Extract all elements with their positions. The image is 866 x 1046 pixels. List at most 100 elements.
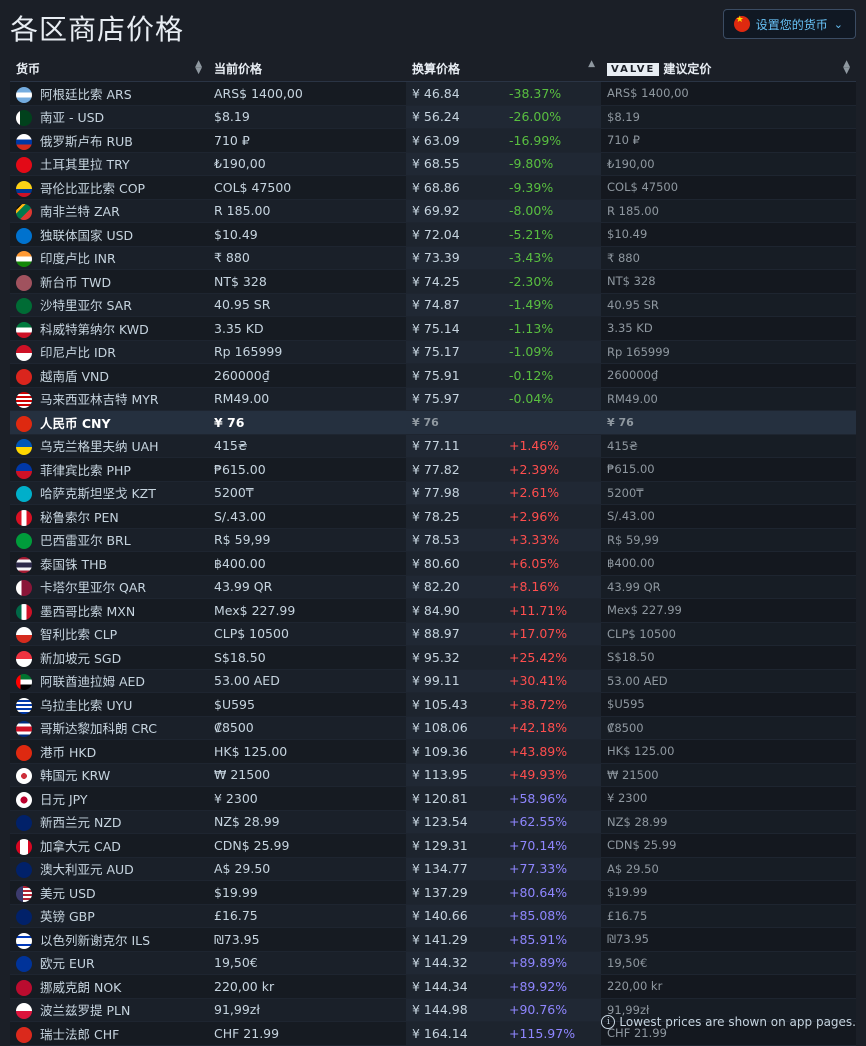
currency-cell: 巴西雷亚尔 BRL (10, 528, 208, 552)
currency-cell: 新加坡元 SGD (10, 645, 208, 670)
currency-name: 哥伦比亚比索 COP (40, 180, 146, 196)
store-prices-page: 各区商店价格 设置您的货币 ⌄ 货币 ▲▼ 当前价格 换算价格 (0, 0, 866, 1046)
table-row: 加拿大元 CAD CDN$ 25.99 ¥ 129.31 +70.14% CDN$ 25… (10, 833, 857, 858)
brazil-flag-icon (16, 533, 32, 550)
table-row: 澳大利亚元 AUD A$ 29.50 ¥ 134.77 +77.33% A$ 29.50 (10, 857, 857, 881)
converted-price-cell: ¥ 74.87 (406, 293, 503, 317)
currency-name: 波兰兹罗提 PLN (40, 1003, 131, 1019)
footer-note-text: Lowest prices are shown on app pages. (619, 1015, 856, 1029)
current-price-cell: 43.99 QR (208, 575, 406, 599)
converted-price-cell: ¥ 78.53 (406, 528, 503, 552)
current-price-cell: $8.19 (208, 105, 406, 129)
current-price-cell: $U595 (208, 692, 406, 717)
currency-name: 印度卢比 INR (40, 251, 116, 267)
recommended-price-cell: R 185.00 (601, 199, 857, 223)
current-price-cell: 415₴ (208, 434, 406, 458)
converted-price-cell: ¥ 129.31 (406, 833, 503, 858)
converted-price-cell: ¥ 77.11 (406, 434, 503, 458)
currency-cell: 印度卢比 INR (10, 246, 208, 270)
currency-name: 阿根廷比索 ARS (40, 86, 132, 102)
price-diff-cell: +2.96% (503, 504, 602, 529)
table-row: 南非兰特 ZAR R 185.00 ¥ 69.92 -8.00% R 185.00 (10, 199, 857, 223)
currency-cell: 日元 JPY (10, 786, 208, 811)
price-diff-cell: -1.49% (503, 293, 602, 317)
table-row: 越南盾 VND 260000₫ ¥ 75.91 -0.12% 260000₫ (10, 363, 857, 388)
price-diff-cell: -5.21% (503, 222, 602, 247)
header-recommended-price[interactable]: VALVE 建议定价 ▲ ▼ (601, 55, 857, 82)
converted-price-cell: ¥ 95.32 (406, 645, 503, 670)
current-price-cell: 91,99zł (208, 998, 406, 1022)
currency-name: 印尼卢比 IDR (40, 345, 116, 361)
korea-flag-icon (16, 768, 32, 785)
currency-cell: 卡塔尔里亚尔 QAR (10, 575, 208, 599)
recommended-price-cell: 3.35 KD (601, 316, 857, 341)
currency-name: 澳大利亚元 AUD (40, 862, 134, 878)
currency-name: 乌拉圭比索 UYU (40, 697, 133, 713)
price-diff-cell: +70.14% (503, 833, 602, 858)
table-row: 新加坡元 SGD S$18.50 ¥ 95.32 +25.42% S$18.50 (10, 645, 857, 670)
converted-price-cell: ¥ 69.92 (406, 199, 503, 223)
converted-price-cell: ¥ 113.95 (406, 763, 503, 787)
header-currency[interactable]: 货币 ▲ ▼ (10, 55, 208, 82)
currency-name: 南非兰特 ZAR (40, 204, 120, 220)
converted-price-cell: ¥ 164.14 (406, 1021, 503, 1046)
table-row: 挪威克朗 NOK 220,00 kr ¥ 144.34 +89.92% 220,00 k… (10, 974, 857, 999)
price-diff-cell: +58.96% (503, 786, 602, 811)
set-currency-button[interactable]: 设置您的货币 ⌄ (722, 9, 856, 39)
uruguay-flag-icon (16, 697, 32, 714)
australia-flag-icon (16, 862, 32, 879)
header-current-price[interactable]: 当前价格 (208, 55, 406, 82)
current-price-cell: 710 ₽ (208, 128, 406, 153)
recommended-price-cell: HK$ 125.00 (601, 739, 857, 764)
converted-price-cell: ¥ 134.77 (406, 857, 503, 881)
converted-price-cell: ¥ 74.25 (406, 269, 503, 294)
kazakhstan-flag-icon (16, 486, 32, 503)
converted-price-cell: ¥ 77.82 (406, 457, 503, 482)
price-diff-cell: +2.61% (503, 481, 602, 505)
price-diff-cell: +85.91% (503, 927, 602, 952)
current-price-cell: £16.75 (208, 904, 406, 928)
currency-name: 瑞士法郎 CHF (40, 1026, 120, 1042)
current-price-cell: 40.95 SR (208, 293, 406, 317)
converted-price-cell: ¥ 144.98 (406, 998, 503, 1022)
info-icon: i (601, 1015, 616, 1029)
currency-name: 新台币 TWD (40, 274, 112, 290)
vietnam-flag-icon (16, 368, 32, 385)
current-price-cell: S$18.50 (208, 645, 406, 670)
currency-name: 沙特里亚尔 SAR (40, 298, 132, 314)
currency-name: 美元 USD (40, 885, 96, 901)
converted-price-cell: ¥ 75.17 (406, 340, 503, 364)
currency-name: 新西兰元 NZD (40, 815, 122, 831)
table-row: 韩国元 KRW ₩ 21500 ¥ 113.95 +49.93% ₩ 21500 (10, 763, 857, 787)
currency-cell: 乌克兰格里夫纳 UAH (10, 434, 208, 458)
currency-name: 土耳其里拉 TRY (40, 157, 130, 173)
table-row: 土耳其里拉 TRY ₺190,00 ¥ 68.55 -9.80% ₺190,00 (10, 152, 857, 176)
israel-flag-icon (16, 932, 32, 949)
qatar-flag-icon (16, 580, 32, 597)
norway-flag-icon (16, 979, 32, 996)
converted-price-cell: ¥ 144.34 (406, 974, 503, 999)
currency-name: 挪威克朗 NOK (40, 979, 122, 995)
currency-name: 加拿大元 CAD (40, 838, 121, 854)
recommended-price-cell: R$ 59,99 (601, 528, 857, 552)
header-currency-label: 货币 (16, 61, 41, 76)
currency-name: 墨西哥比索 MXN (40, 603, 136, 619)
price-diff-cell: +8.16% (503, 575, 602, 599)
price-diff-cell: +25.42% (503, 645, 602, 670)
turkey-flag-icon (16, 157, 32, 174)
chile-flag-icon (16, 627, 32, 644)
currency-cell: 新台币 TWD (10, 269, 208, 294)
currency-cell: 泰国铢 THB (10, 551, 208, 576)
current-price-cell: S/.43.00 (208, 504, 406, 529)
currency-cell: 独联体国家 USD (10, 222, 208, 247)
header-converted-price[interactable]: 换算价格 ▲ (406, 55, 602, 82)
current-price-cell: ARS$ 1400,00 (208, 81, 406, 106)
current-price-cell: CLP$ 10500 (208, 622, 406, 646)
currency-name: 马来西亚林吉特 MYR (40, 392, 159, 408)
price-diff-cell: +77.33% (503, 857, 602, 881)
uk-flag-icon (16, 909, 32, 926)
recommended-price-cell: Mex$ 227.99 (601, 598, 857, 623)
recommended-price-cell: CLP$ 10500 (601, 622, 857, 646)
price-diff-cell: -38.37% (503, 81, 602, 106)
price-diff-cell: -8.00% (503, 199, 602, 223)
